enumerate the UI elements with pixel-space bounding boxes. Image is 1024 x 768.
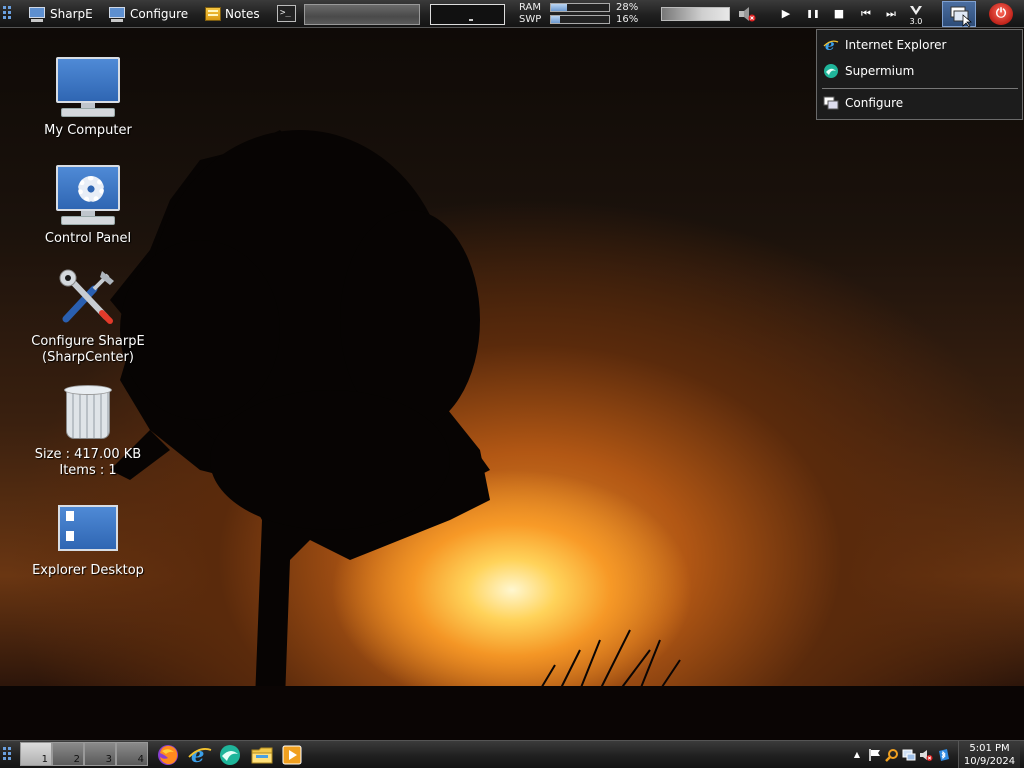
- desktop-icon-my-computer[interactable]: My Computer: [28, 57, 148, 139]
- supermium-icon: [824, 64, 838, 78]
- desktop-icon-label: Explorer Desktop: [32, 563, 144, 578]
- menu-item-label: Supermium: [845, 64, 915, 78]
- sharpe-label: SharpE: [50, 7, 93, 21]
- ram-percent: 28%: [616, 2, 639, 13]
- my-computer-icon: [55, 57, 121, 119]
- browser-menu: e Internet Explorer Supermium Configure: [816, 29, 1023, 120]
- menu-item-internet-explorer[interactable]: e Internet Explorer: [823, 35, 946, 55]
- virtual-desktop-4[interactable]: 4: [116, 742, 148, 766]
- notes-icon: [205, 7, 221, 21]
- volume-gauge[interactable]: [661, 7, 730, 21]
- ram-label: RAM: [519, 2, 542, 13]
- desktop-icon-explorer-desktop[interactable]: Explorer Desktop: [28, 505, 148, 579]
- flag-icon[interactable]: [868, 748, 882, 762]
- menu-item-configure[interactable]: Configure: [823, 93, 903, 113]
- supermium-icon[interactable]: [218, 743, 242, 767]
- command-input[interactable]: [304, 4, 420, 25]
- play-button[interactable]: ▶: [779, 7, 793, 21]
- internet-explorer-icon[interactable]: e: [188, 743, 212, 767]
- notes-button[interactable]: Notes: [205, 4, 260, 24]
- notes-label: Notes: [225, 7, 260, 21]
- top-bar-grip-icon[interactable]: [3, 6, 13, 22]
- search-icon[interactable]: [885, 748, 899, 762]
- configure-button[interactable]: Configure: [108, 4, 188, 24]
- bottom-taskbar: 1 2 3 4 e ▲ 5:01 PM 10/9/2024: [0, 740, 1024, 768]
- firefox-icon[interactable]: [156, 743, 180, 767]
- ground-silhouette: [0, 686, 1024, 741]
- clock-date: 10/9/2024: [963, 756, 1016, 767]
- swp-label: SWP: [519, 14, 542, 25]
- speaker-muted-icon[interactable]: [738, 6, 756, 22]
- terminal-icon[interactable]: >_: [277, 5, 296, 22]
- control-panel-icon: [55, 165, 121, 227]
- winamp-version: 3.0: [909, 17, 923, 26]
- desktop-icon-label: My Computer: [44, 123, 132, 138]
- show-hidden-icon[interactable]: ▲: [850, 748, 864, 762]
- svg-text:e: e: [825, 37, 835, 53]
- next-button[interactable]: ⏭: [882, 7, 900, 21]
- tools-icon: [59, 269, 114, 324]
- network-icon[interactable]: [902, 748, 916, 762]
- ram-usage-bar: [550, 3, 610, 12]
- cpu-graph: [430, 4, 505, 25]
- monitor-icon: [108, 6, 126, 22]
- menu-item-label: Configure: [845, 96, 904, 110]
- volume-muted-icon[interactable]: [919, 748, 933, 762]
- monitor-icon: [28, 6, 46, 22]
- recycle-bin-size: Size : 417.00 KB: [34, 447, 142, 462]
- clock-time: 5:01 PM: [969, 743, 1010, 754]
- window-switcher-button[interactable]: [942, 1, 976, 28]
- recycle-bin-items: Items : 1: [59, 463, 117, 478]
- bluetooth-icon[interactable]: [936, 748, 950, 762]
- desktop-icon-recycle-bin[interactable]: Size : 417.00 KB Items : 1: [28, 381, 148, 479]
- sharpe-button[interactable]: SharpE: [28, 4, 93, 24]
- stop-button[interactable]: ■: [832, 7, 846, 21]
- file-explorer-icon[interactable]: [250, 743, 274, 767]
- swp-percent: 16%: [616, 14, 639, 25]
- explorer-desktop-icon: [58, 505, 118, 551]
- virtual-desktop-1[interactable]: 1: [20, 742, 52, 766]
- desktop-icon-control-panel[interactable]: Control Panel: [28, 165, 148, 247]
- taskbar-grip-icon[interactable]: [3, 747, 13, 763]
- power-button[interactable]: ⏻: [989, 3, 1013, 25]
- system-clock[interactable]: 5:01 PM 10/9/2024: [958, 741, 1020, 768]
- desktop-icon-label: Configure SharpE: [31, 334, 145, 349]
- windows-stack-icon: [950, 6, 972, 28]
- recycle-bin-icon: [62, 381, 114, 441]
- configure-label: Configure: [130, 7, 189, 21]
- pause-button[interactable]: ❚❚: [806, 7, 820, 21]
- winamp-icon[interactable]: 3.0: [906, 5, 926, 26]
- menu-separator: [822, 88, 1018, 89]
- svg-text:e: e: [191, 743, 204, 767]
- virtual-desktop-3[interactable]: 3: [84, 742, 116, 766]
- desktop-icon-label: Control Panel: [44, 231, 132, 246]
- swp-usage-bar: [550, 15, 610, 24]
- previous-button[interactable]: ⏮: [857, 7, 875, 21]
- internet-explorer-icon: e: [823, 37, 839, 53]
- virtual-desktop-2[interactable]: 2: [52, 742, 84, 766]
- media-player-icon[interactable]: [280, 743, 304, 767]
- configure-icon: [823, 96, 839, 110]
- desktop-icon-sublabel: (SharpCenter): [42, 350, 134, 365]
- menu-item-label: Internet Explorer: [845, 38, 947, 52]
- top-bar: SharpE Configure Notes >_ RAM 28% SWP 16…: [0, 0, 1024, 28]
- desktop-icon-configure-sharpe[interactable]: Configure SharpE (SharpCenter): [28, 267, 148, 366]
- menu-item-supermium[interactable]: Supermium: [823, 61, 914, 81]
